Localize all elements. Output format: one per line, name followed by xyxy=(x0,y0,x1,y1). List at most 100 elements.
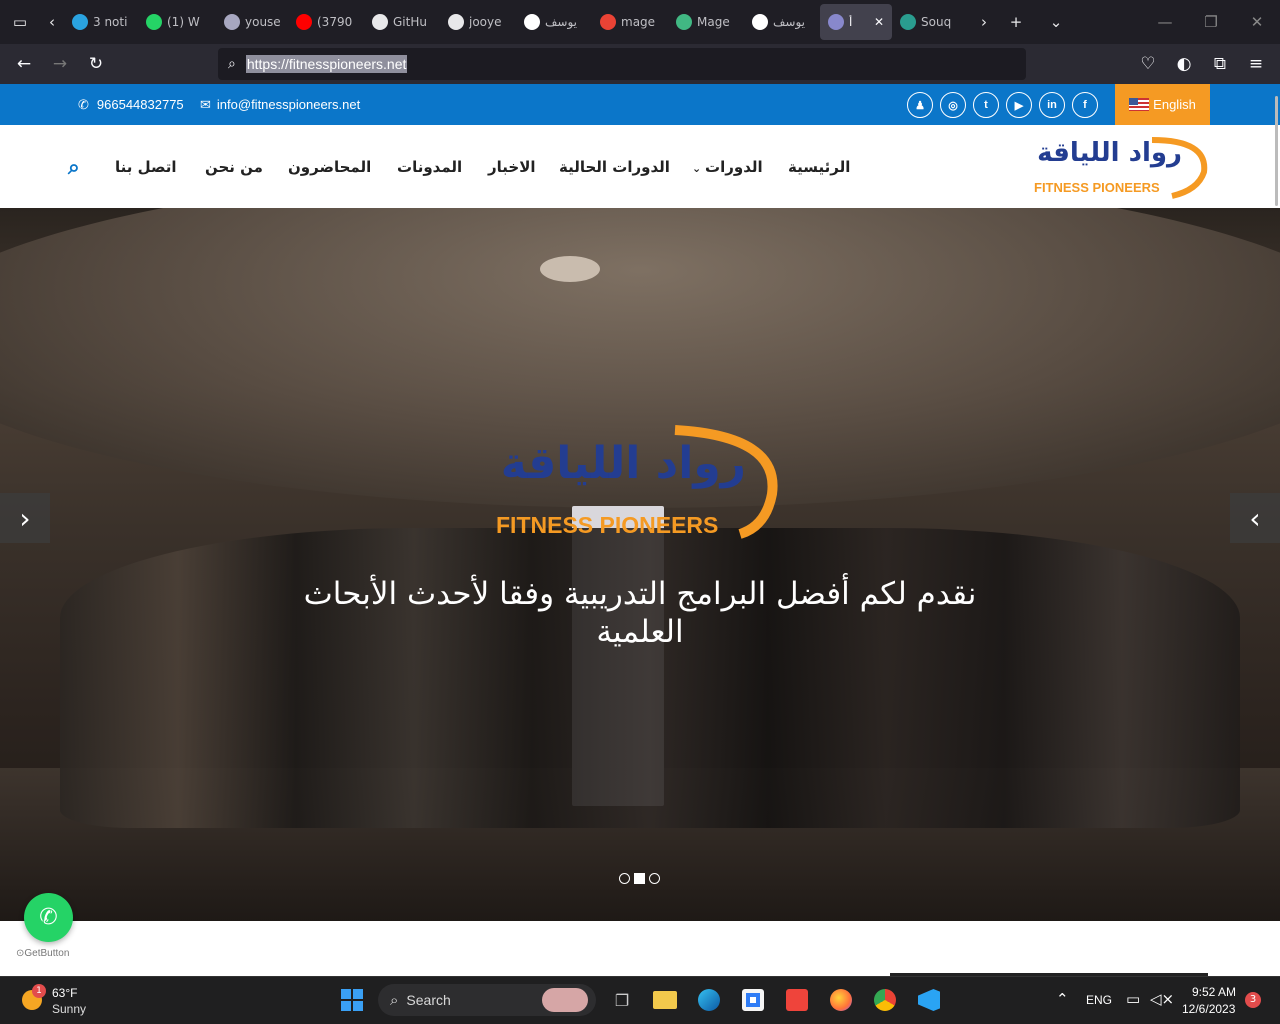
weather-temp: 63°F xyxy=(52,986,78,1000)
clock-time[interactable]: 9:52 AM xyxy=(1192,985,1236,999)
forward-icon[interactable]: → xyxy=(42,46,78,82)
slider-dot-1[interactable] xyxy=(619,873,630,884)
clock-date[interactable]: 12/6/2023 xyxy=(1182,1002,1235,1016)
pocket-icon[interactable]: ♡ xyxy=(1130,46,1166,82)
chrome-icon[interactable] xyxy=(869,984,901,1016)
youtube-icon[interactable]: ▶ xyxy=(1006,92,1032,118)
input-language[interactable]: ENG xyxy=(1086,993,1112,1007)
menu-home[interactable]: الرئيسية xyxy=(788,158,850,176)
taskbar-search[interactable]: ⌕ Search xyxy=(378,984,596,1016)
minimize-icon[interactable]: — xyxy=(1142,0,1188,44)
snapchat-icon[interactable]: ♟ xyxy=(907,92,933,118)
task-view-icon[interactable]: ❐ xyxy=(606,984,638,1016)
menu-icon[interactable]: ≡ xyxy=(1238,46,1274,82)
slider-dot-2[interactable] xyxy=(634,873,645,884)
menu-about[interactable]: من نحن xyxy=(205,158,263,176)
browser-tab[interactable]: 3 noti xyxy=(64,4,138,40)
browser-tab[interactable]: يوسف xyxy=(744,4,820,40)
vue-icon xyxy=(676,14,692,30)
slider-dot-3[interactable] xyxy=(649,873,660,884)
volume-muted-icon[interactable]: ◁× xyxy=(1150,990,1174,1008)
browser-tab[interactable]: يوسف xyxy=(516,4,592,40)
close-window-icon[interactable]: ✕ xyxy=(1234,0,1280,44)
menu-current-courses[interactable]: الدورات الحالية xyxy=(559,158,670,176)
weather-widget[interactable]: 1 63°F Sunny xyxy=(20,984,140,1018)
slider-prev-arrow[interactable]: ‹ xyxy=(1230,493,1280,543)
ceiling-light xyxy=(540,256,600,282)
menu-courses[interactable]: ⌄ الدورات xyxy=(692,158,763,176)
start-icon[interactable] xyxy=(336,984,368,1016)
new-tab-icon[interactable]: + xyxy=(996,0,1036,44)
browser-tab[interactable]: mage xyxy=(592,4,668,40)
site-search-icon[interactable]: ⌕ xyxy=(68,155,80,180)
restore-icon[interactable]: ❐ xyxy=(1188,0,1234,44)
tab-overview-icon[interactable]: ▭ xyxy=(0,0,40,44)
facebook-icon[interactable]: f xyxy=(1072,92,1098,118)
hero-title: نقدم لكم أفضل البرامج التدريبية وفقا لأح… xyxy=(303,576,977,650)
browser-tab[interactable]: jooye xyxy=(440,4,516,40)
instagram-icon[interactable]: ◎ xyxy=(940,92,966,118)
reload-icon[interactable]: ↻ xyxy=(78,46,114,82)
store-icon[interactable] xyxy=(737,984,769,1016)
notification-badge[interactable]: 3 xyxy=(1245,992,1261,1008)
tray-overflow-icon[interactable]: ⌃ xyxy=(1056,990,1069,1008)
browser-tab[interactable]: Souq xyxy=(892,4,972,40)
page-scrollbar[interactable] xyxy=(1275,96,1278,206)
souq-icon xyxy=(900,14,916,30)
mail-icon: ✉ xyxy=(200,96,211,112)
browser-tab[interactable]: (1) W xyxy=(138,4,216,40)
hero-logo-english: FITNESS PIONEERS xyxy=(496,512,719,538)
browser-tab-bar: ▭ ‹ 3 noti (1) W youse (3790 GitHu jooye يوسف m… xyxy=(0,0,1280,44)
browser-tab[interactable]: youse xyxy=(216,4,288,40)
weather-badge: 1 xyxy=(32,984,46,998)
logo-arabic: رواد اللياقة xyxy=(1037,138,1182,168)
anydesk-icon[interactable] xyxy=(781,984,813,1016)
getbutton-credit[interactable]: ⊙GetButton xyxy=(16,948,69,959)
browser-tab[interactable]: أ ✕ xyxy=(820,4,892,40)
url-text[interactable]: https://fitnesspioneers.net xyxy=(245,55,408,73)
vscode-icon[interactable] xyxy=(913,984,945,1016)
menu-blogs[interactable]: المدونات xyxy=(397,158,462,176)
tab-label: GitHu xyxy=(393,15,427,29)
chevron-down-icon: ⌄ xyxy=(692,162,706,175)
hero-people xyxy=(60,528,1240,828)
profile-icon[interactable]: ◐ xyxy=(1166,46,1202,82)
linkedin-icon[interactable]: in xyxy=(1039,92,1065,118)
tab-label: jooye xyxy=(469,15,502,29)
slider-next-arrow[interactable]: › xyxy=(0,493,50,543)
tab-label: 3 noti xyxy=(93,15,128,29)
browser-tab[interactable]: (3790 xyxy=(288,4,364,40)
menu-contact[interactable]: اتصل بنا xyxy=(115,158,177,176)
email-contact[interactable]: ✉ info@fitnesspioneers.net xyxy=(200,84,360,125)
site-logo[interactable]: رواد اللياقة FITNESS PIONEERS xyxy=(1032,130,1208,200)
edge-icon[interactable] xyxy=(693,984,725,1016)
file-explorer-icon[interactable] xyxy=(649,984,681,1016)
menu-courses-label: الدورات xyxy=(705,158,763,176)
search-icon: ⌕ xyxy=(228,56,236,72)
language-switcher[interactable]: English xyxy=(1115,84,1210,125)
menu-lecturers[interactable]: المحاضرون xyxy=(288,158,371,176)
extensions-icon[interactable]: ⧉ xyxy=(1202,46,1238,82)
address-bar[interactable]: ⌕ https://fitnesspioneers.net xyxy=(218,48,1026,80)
search-icon: ⌕ xyxy=(390,991,399,1009)
browser-tab[interactable]: GitHu xyxy=(364,4,440,40)
weather-desc: Sunny xyxy=(52,1002,87,1016)
menu-news[interactable]: الاخبار xyxy=(488,158,536,176)
tab-scroll-right-icon[interactable]: › xyxy=(972,0,996,44)
back-icon[interactable]: ← xyxy=(6,46,42,82)
tab-label: يوسف xyxy=(545,15,578,29)
phone-contact[interactable]: ✆ 966544832775 xyxy=(78,84,184,125)
tab-scroll-left-icon[interactable]: ‹ xyxy=(40,0,64,44)
youtube-icon xyxy=(296,14,312,30)
twitter-icon[interactable]: t xyxy=(973,92,999,118)
tab-list-icon[interactable]: ⌄ xyxy=(1036,0,1076,44)
network-icon[interactable]: ▭ xyxy=(1126,990,1140,1008)
language-label: English xyxy=(1153,97,1196,112)
firefox-icon[interactable] xyxy=(825,984,857,1016)
browser-tab[interactable]: Mage xyxy=(668,4,744,40)
y-icon xyxy=(524,14,540,30)
whatsapp-chat-button[interactable]: ✆ xyxy=(24,893,73,942)
profile-icon xyxy=(224,14,240,30)
google-icon xyxy=(600,14,616,30)
close-tab-icon[interactable]: ✕ xyxy=(874,15,884,29)
